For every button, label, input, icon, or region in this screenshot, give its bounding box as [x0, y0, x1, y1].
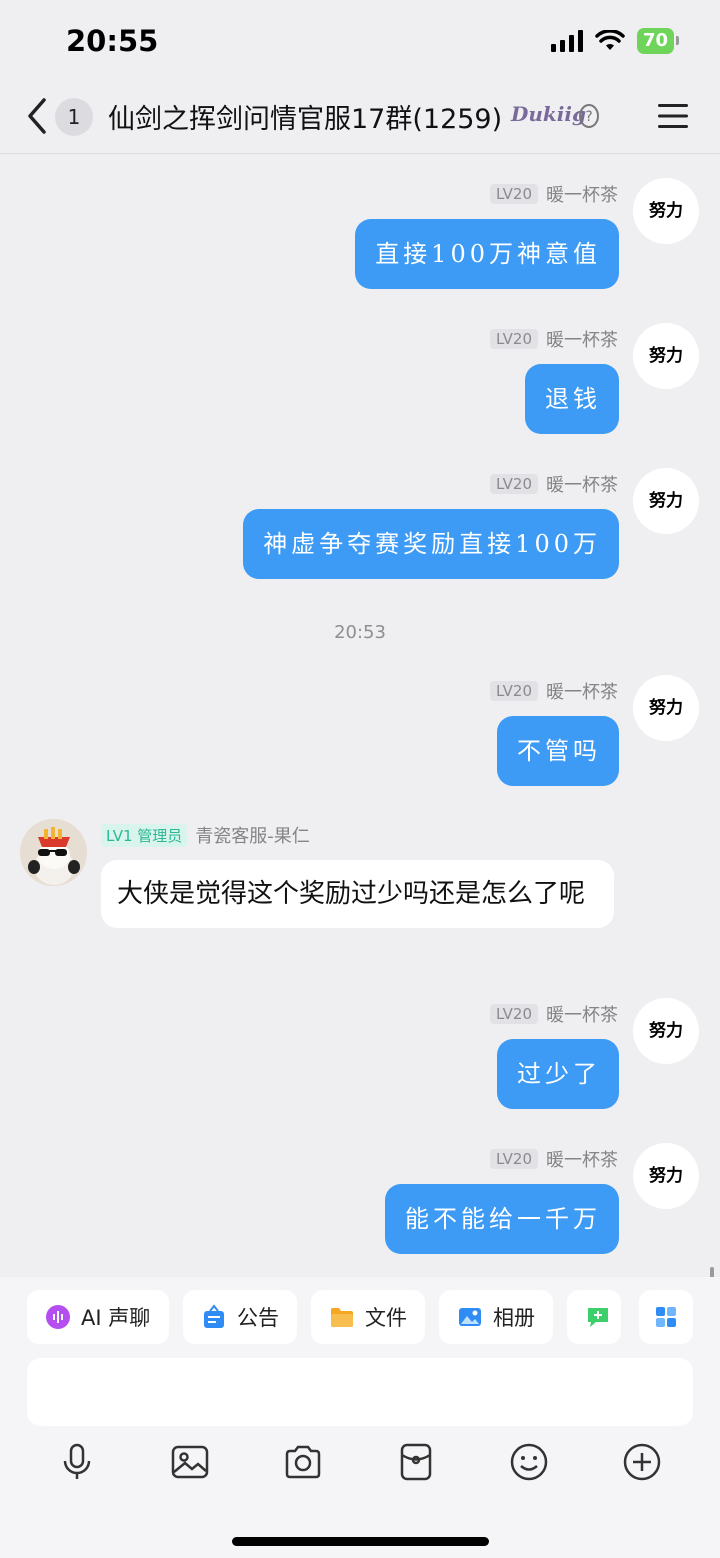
sender-name[interactable]: 暖一杯茶 [546, 1001, 618, 1027]
status-icons: 70 [550, 28, 680, 54]
microphone-icon[interactable] [57, 1442, 97, 1482]
message-bubble[interactable]: 过少了 [497, 1039, 619, 1109]
level-badge: LV20 [489, 1004, 538, 1024]
message-bubble[interactable]: 直接100万神意值 [355, 219, 619, 289]
panda-avatar-icon [20, 819, 87, 886]
user-avatar[interactable]: 努力 [633, 998, 699, 1064]
message-meta: LV20 暖一杯茶 [489, 326, 618, 352]
ai-voice-button[interactable]: AI 声聊 [27, 1290, 169, 1344]
user-avatar[interactable]: 努力 [633, 178, 699, 244]
sender-name[interactable]: 暖一杯茶 [546, 181, 618, 207]
announcement-button[interactable]: 公告 [183, 1290, 297, 1344]
unread-badge[interactable]: 1 [55, 98, 93, 136]
level-badge: LV20 [489, 184, 538, 204]
message-meta: LV20 暖一杯茶 [489, 181, 618, 207]
sender-name[interactable]: 暖一杯茶 [546, 678, 618, 704]
status-bar: 20:55 70 [0, 0, 720, 80]
group-title[interactable]: 仙剑之挥剑问情官服17群(1259) [108, 97, 502, 136]
user-avatar[interactable]: 努力 [633, 1143, 699, 1209]
files-label: 文件 [365, 1306, 407, 1330]
add-chat-icon [588, 1308, 608, 1327]
admin-badge: LV1 管理员 [101, 823, 188, 847]
files-button[interactable]: 文件 [311, 1290, 425, 1344]
question-icon[interactable]: ? [578, 104, 600, 130]
message-input[interactable] [27, 1358, 693, 1426]
message-meta: LV20 暖一杯茶 [489, 678, 618, 704]
home-indicator[interactable] [232, 1537, 489, 1546]
album-label: 相册 [493, 1306, 535, 1330]
svg-text:?: ? [585, 109, 592, 125]
more-apps-button[interactable] [639, 1290, 693, 1344]
scrollbar[interactable] [710, 1267, 714, 1277]
role-text: 管理员 [137, 826, 183, 845]
level-text: LV1 [106, 826, 133, 845]
level-badge: LV20 [489, 474, 538, 494]
admin-avatar[interactable] [20, 819, 87, 886]
emoji-icon[interactable] [509, 1442, 549, 1482]
sender-name[interactable]: 暖一杯茶 [546, 1146, 618, 1172]
user-avatar[interactable]: 努力 [633, 468, 699, 534]
signal-icon [550, 30, 583, 52]
apps-grid-icon [656, 1307, 676, 1327]
level-badge: LV20 [489, 1149, 538, 1169]
message-bubble[interactable]: 大侠是觉得这个奖励过少吗还是怎么了呢 [101, 860, 614, 928]
album-button[interactable]: 相册 [439, 1290, 553, 1344]
message-meta: LV20 暖一杯茶 [489, 1146, 618, 1172]
time-divider: 20:53 [334, 622, 386, 643]
chat-messages[interactable]: 努力 LV20 暖一杯茶 直接100万神意值 努力 LV20 暖一杯茶 退钱 努… [0, 155, 720, 1277]
message-bubble[interactable]: 神虚争夺赛奖励直接100万 [243, 509, 619, 579]
level-badge: LV20 [489, 329, 538, 349]
message-bubble[interactable]: 不管吗 [497, 716, 619, 786]
message-meta: LV1 管理员 青瓷客服-果仁 [101, 822, 310, 848]
title-badge[interactable]: Dukiig [511, 102, 586, 126]
wifi-icon [595, 30, 625, 50]
message-meta: LV20 暖一杯茶 [489, 1001, 618, 1027]
input-panel: AI 声聊 公告 文件 相册 [0, 1277, 720, 1558]
message-meta: LV20 暖一杯茶 [489, 471, 618, 497]
sender-name[interactable]: 青瓷客服-果仁 [195, 822, 310, 848]
folder-icon [331, 1308, 353, 1327]
ai-voice-icon [46, 1305, 70, 1329]
quick-actions: AI 声聊 公告 文件 相册 [0, 1290, 720, 1344]
level-badge: LV20 [489, 681, 538, 701]
red-packet-icon[interactable] [396, 1442, 436, 1482]
camera-icon[interactable] [283, 1442, 323, 1482]
menu-icon[interactable] [656, 102, 690, 130]
sender-name[interactable]: 暖一杯茶 [546, 326, 618, 352]
message-bubble[interactable]: 能不能给一千万 [385, 1184, 619, 1254]
user-avatar[interactable]: 努力 [633, 323, 699, 389]
status-time: 20:55 [66, 24, 159, 58]
message-bubble[interactable]: 退钱 [525, 364, 619, 434]
album-icon [459, 1308, 481, 1326]
plus-icon[interactable] [622, 1442, 662, 1482]
user-avatar[interactable]: 努力 [633, 675, 699, 741]
back-icon[interactable] [22, 96, 52, 136]
ai-voice-label: AI 声聊 [81, 1306, 151, 1330]
add-chat-button[interactable] [567, 1290, 621, 1344]
announcement-label: 公告 [237, 1306, 279, 1330]
battery-indicator: 70 [636, 28, 680, 54]
sender-name[interactable]: 暖一杯茶 [546, 471, 618, 497]
announcement-icon [204, 1304, 224, 1328]
image-icon[interactable] [170, 1442, 210, 1482]
chat-header: 1 仙剑之挥剑问情官服17群(1259) Dukiig ? [0, 80, 720, 154]
